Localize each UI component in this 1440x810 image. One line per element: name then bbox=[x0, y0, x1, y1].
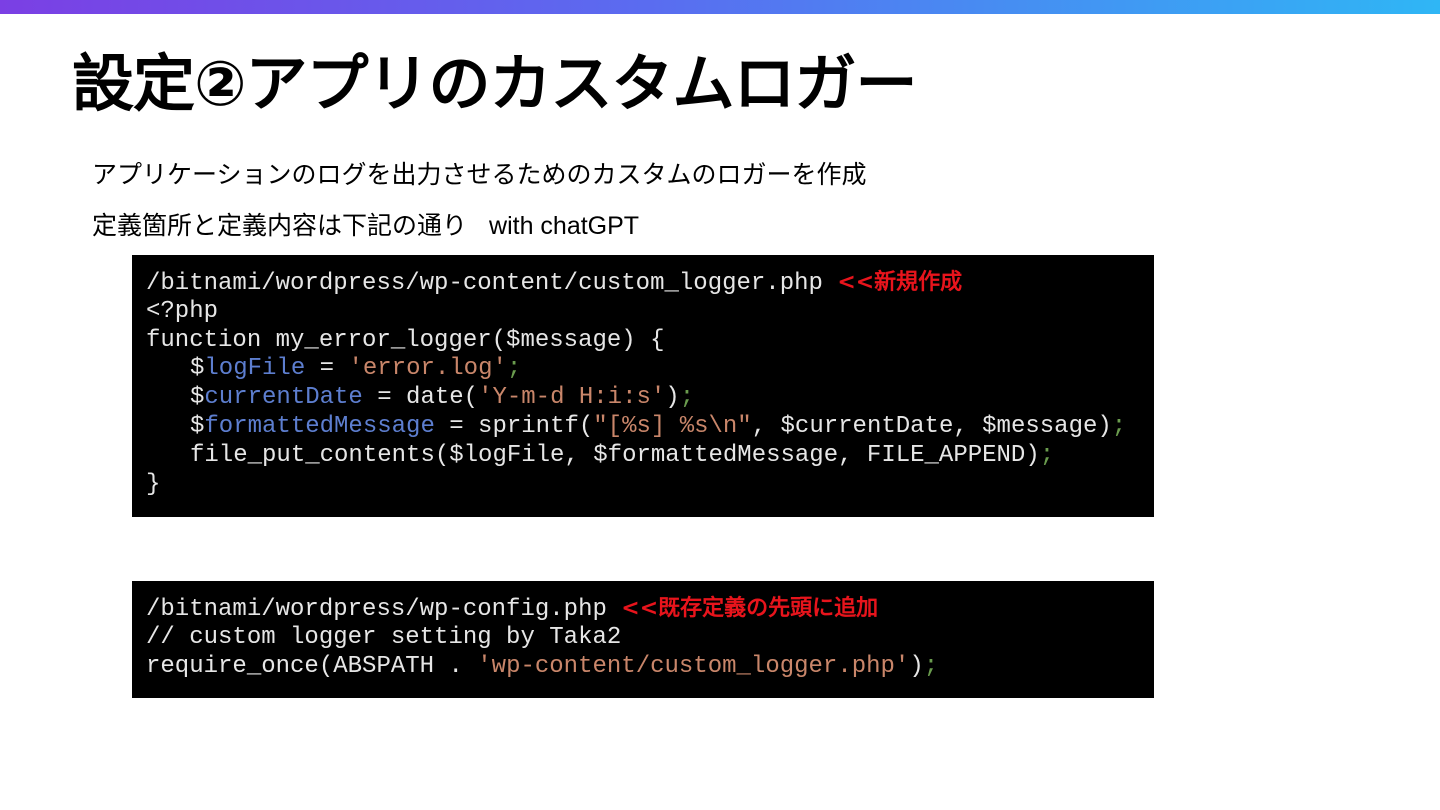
code-token: $ bbox=[190, 384, 205, 412]
code-token: require_once(ABSPATH . bbox=[146, 652, 478, 680]
code-string: 'Y-m-d H:i:s' bbox=[478, 384, 666, 412]
code-line: <?php bbox=[146, 297, 219, 325]
code-semicolon: ; bbox=[506, 355, 522, 383]
file-path: /bitnami/wordpress/wp-config.php bbox=[146, 596, 622, 623]
slide-title: 設定②アプリのカスタムロガー bbox=[72, 47, 917, 120]
code-token: = sprintf( bbox=[434, 412, 594, 440]
code-string: "[%s] %s\n" bbox=[593, 412, 752, 440]
code-token: $ bbox=[190, 412, 205, 440]
code-semicolon: ; bbox=[679, 384, 695, 412]
code-token: file_put_contents($logFile, $formattedMe… bbox=[190, 441, 1040, 469]
code-token: $ bbox=[190, 355, 205, 383]
annotation-new: <<新規作成 bbox=[837, 270, 963, 295]
subtitle-credit: with chatGPT bbox=[489, 212, 640, 240]
subtitle-purpose: アプリケーションのログを出力させるためのカスタムのロガーを作成 bbox=[92, 160, 867, 189]
code-line: $logFile = 'error.log'; bbox=[146, 355, 1154, 384]
code-line: /bitnami/wordpress/wp-content/custom_log… bbox=[146, 269, 1154, 298]
code-token: , $currentDate, $message) bbox=[751, 412, 1112, 440]
code-line: } bbox=[146, 470, 161, 498]
code-token: ) bbox=[909, 652, 924, 680]
code-semicolon: ; bbox=[1039, 441, 1055, 469]
top-gradient-bar bbox=[0, 0, 1440, 14]
code-token: = date( bbox=[362, 384, 479, 412]
code-variable: currentDate bbox=[204, 384, 363, 412]
code-line: function my_error_logger($message) { bbox=[146, 326, 665, 354]
subtitle-definition-text: 定義箇所と定義内容は下記の通り bbox=[92, 211, 468, 240]
code-token: ) bbox=[665, 384, 680, 412]
code-comment: // custom logger setting by Taka2 bbox=[146, 623, 622, 651]
code-line: /bitnami/wordpress/wp-config.php <<既存定義の… bbox=[146, 595, 1154, 624]
code-block-custom-logger: /bitnami/wordpress/wp-content/custom_log… bbox=[132, 255, 1154, 517]
code-line: $currentDate = date('Y-m-d H:i:s'); bbox=[146, 384, 1154, 413]
code-semicolon: ; bbox=[1111, 412, 1127, 440]
code-semicolon: ; bbox=[923, 652, 939, 680]
code-string: 'error.log' bbox=[348, 355, 507, 383]
code-line: $formattedMessage = sprintf("[%s] %s\n",… bbox=[146, 413, 1154, 442]
annotation-prepend: <<既存定義の先頭に追加 bbox=[621, 596, 879, 621]
code-line: require_once(ABSPATH . 'wp-content/custo… bbox=[146, 653, 1154, 682]
code-variable: logFile bbox=[204, 355, 306, 383]
code-variable: formattedMessage bbox=[204, 412, 435, 440]
subtitle-definition: 定義箇所と定義内容は下記の通り with chatGPT bbox=[92, 209, 639, 243]
file-path: /bitnami/wordpress/wp-content/custom_log… bbox=[146, 270, 838, 297]
code-line: file_put_contents($logFile, $formattedMe… bbox=[146, 442, 1154, 471]
code-block-wp-config: /bitnami/wordpress/wp-config.php <<既存定義の… bbox=[132, 581, 1154, 698]
code-token: = bbox=[305, 355, 349, 383]
code-string: 'wp-content/custom_logger.php' bbox=[477, 652, 910, 680]
